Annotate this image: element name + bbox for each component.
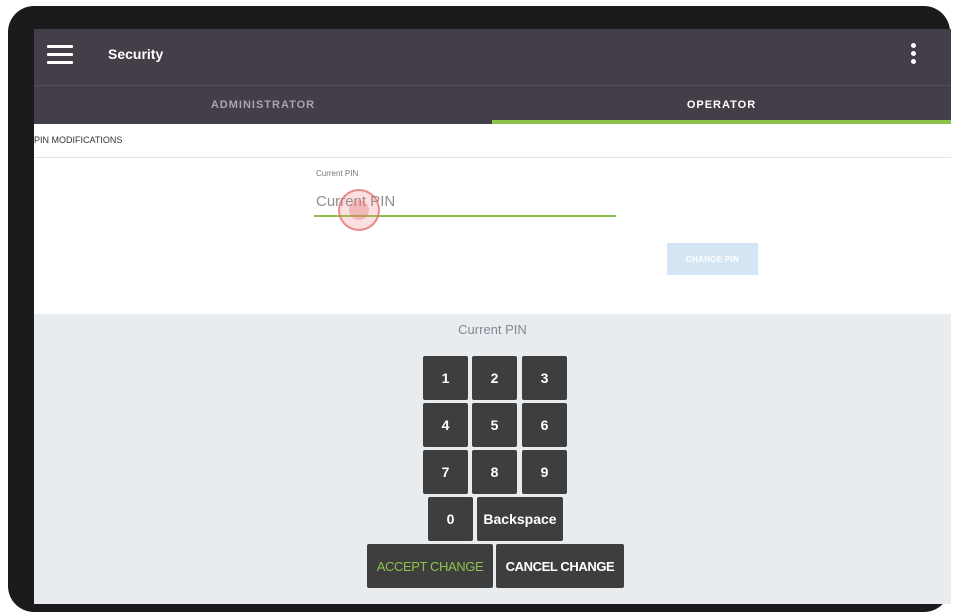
change-pin-button[interactable]: CHANGE PIN — [667, 243, 758, 275]
app-bar: Security — [34, 29, 951, 86]
key-9[interactable]: 9 — [522, 450, 567, 494]
key-5[interactable]: 5 — [472, 403, 517, 447]
key-1[interactable]: 1 — [423, 356, 468, 400]
accept-change-button[interactable]: ACCEPT CHANGE — [367, 544, 493, 588]
active-tab-indicator — [492, 120, 951, 124]
keypad-panel: Current PIN 1 2 3 4 5 6 7 8 9 0 Backspac… — [34, 314, 951, 604]
key-8[interactable]: 8 — [472, 450, 517, 494]
page-title: Security — [108, 46, 164, 62]
tab-bar: ADMINISTRATOR OPERATOR — [34, 86, 951, 124]
touch-indicator — [338, 189, 380, 231]
divider — [34, 157, 951, 158]
current-pin-caption: Current PIN — [316, 169, 359, 178]
tablet-bezel: Security ADMINISTRATOR OPERATOR PIN MODI… — [8, 6, 951, 612]
backspace-button[interactable]: Backspace — [477, 497, 563, 541]
tab-administrator[interactable]: ADMINISTRATOR — [34, 86, 492, 124]
tab-operator[interactable]: OPERATOR — [492, 86, 951, 124]
key-7[interactable]: 7 — [423, 450, 468, 494]
key-4[interactable]: 4 — [423, 403, 468, 447]
key-3[interactable]: 3 — [522, 356, 567, 400]
more-vertical-icon[interactable] — [906, 43, 920, 71]
key-6[interactable]: 6 — [522, 403, 567, 447]
hamburger-menu-icon[interactable] — [47, 45, 75, 67]
key-2[interactable]: 2 — [472, 356, 517, 400]
cancel-change-button[interactable]: CANCEL CHANGE — [496, 544, 624, 588]
app-screen: Security ADMINISTRATOR OPERATOR PIN MODI… — [34, 29, 951, 604]
keypad-title: Current PIN — [458, 322, 527, 337]
key-0[interactable]: 0 — [428, 497, 473, 541]
section-label: PIN MODIFICATIONS — [34, 135, 123, 145]
